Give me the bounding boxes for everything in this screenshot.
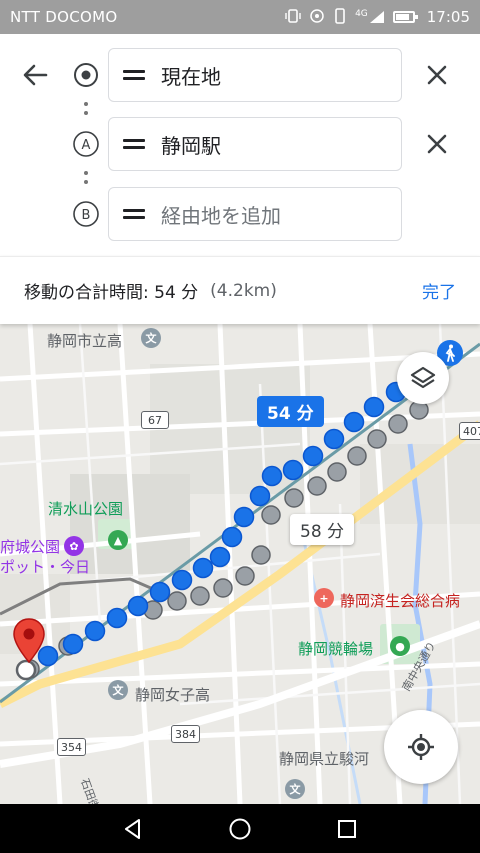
- route-connector: [84, 102, 88, 120]
- red-pin-icon[interactable]: [12, 618, 46, 664]
- remove-stop-a-button[interactable]: [420, 127, 454, 161]
- map-label-velodrome: 静岡競輪場: [298, 640, 374, 658]
- school-icon: 文: [108, 680, 128, 700]
- stop-a-marker-icon: A: [72, 130, 100, 158]
- map-label-castle-park: 府城公園: [0, 538, 61, 556]
- stop-b-letter: B: [82, 208, 91, 223]
- phone-icon: [333, 7, 347, 27]
- selected-route-time[interactable]: 54 分: [257, 396, 324, 427]
- my-location-icon: [408, 734, 434, 760]
- road-shield: 67: [141, 411, 169, 429]
- map-label-school: 静岡市立高: [47, 332, 123, 350]
- castle-park-icon: ✿: [64, 536, 84, 556]
- drag-handle-icon[interactable]: [123, 208, 145, 220]
- drag-handle-icon[interactable]: [123, 69, 145, 81]
- battery-fill: [395, 14, 410, 20]
- map-label-girls-high: 静岡女子高: [135, 686, 211, 704]
- directions-header: 現在地 A 静岡駅 B 経由地を追加: [0, 34, 480, 256]
- arrow-back-icon: [23, 64, 48, 86]
- stop-b-field[interactable]: 経由地を追加: [108, 187, 402, 241]
- location-icon: [309, 8, 325, 27]
- hospital-icon: +: [314, 588, 334, 608]
- park-icon: ▲: [108, 530, 128, 550]
- stop-b-placeholder: 経由地を追加: [161, 203, 281, 228]
- stop-a-field[interactable]: 静岡駅: [108, 117, 402, 171]
- signal-icon: 4G: [355, 10, 385, 24]
- status-icons: 4G 17:05: [285, 7, 470, 27]
- origin-marker-icon: [72, 61, 100, 89]
- alt-route-time[interactable]: 58 分: [290, 514, 355, 545]
- road-shield: 384: [171, 725, 200, 743]
- home-circle-icon[interactable]: [224, 813, 256, 845]
- stop-a-letter: A: [82, 138, 91, 153]
- network-type: 4G: [355, 9, 368, 19]
- layers-icon: [410, 366, 436, 389]
- stop-b-marker-icon: B: [72, 200, 100, 228]
- vibrate-icon: [285, 8, 301, 27]
- road-shield: 354: [57, 738, 86, 756]
- total-travel-time: 移動の合計時間: 54 分: [24, 283, 199, 303]
- map-label-park: 清水山公園: [48, 500, 124, 518]
- route-connector: [84, 171, 88, 189]
- back-triangle-icon[interactable]: [117, 813, 149, 845]
- close-icon: [427, 65, 447, 85]
- done-button[interactable]: 完了: [422, 278, 456, 303]
- drag-handle-icon[interactable]: [123, 138, 145, 150]
- status-bar: NTT DOCOMO 4G 17:05: [0, 0, 480, 34]
- map-label-spot: ポット・今日: [0, 558, 91, 576]
- origin-text: 現在地: [161, 64, 221, 89]
- map-view[interactable]: 静岡市立高 文 清水山公園 ▲ 府城公園 ✿ ポット・今日 + 静岡済生会総合病…: [0, 324, 480, 804]
- road-shield: 407: [459, 422, 480, 440]
- battery-icon: [392, 11, 418, 23]
- school-icon: 文: [141, 328, 161, 348]
- map-label-prefectural: 静岡県立駿河: [279, 750, 370, 768]
- stop-a-text: 静岡駅: [161, 133, 221, 158]
- system-nav-bar: [0, 804, 480, 853]
- recents-square-icon[interactable]: [331, 813, 363, 845]
- remove-origin-button[interactable]: [420, 58, 454, 92]
- close-icon: [427, 134, 447, 154]
- velodrome-icon: ●: [390, 636, 410, 656]
- status-clock: 17:05: [426, 8, 470, 26]
- layers-button[interactable]: [397, 352, 449, 404]
- route-summary-bar: 移動の合計時間: 54 分 (4.2km) 完了: [0, 256, 480, 324]
- school-icon: 文: [285, 779, 305, 799]
- origin-field[interactable]: 現在地: [108, 48, 402, 102]
- carrier-name: NTT DOCOMO: [10, 8, 118, 26]
- my-location-button[interactable]: [384, 710, 458, 784]
- map-label-hospital: 静岡済生会総合病: [340, 592, 461, 610]
- back-button[interactable]: [18, 58, 52, 92]
- total-distance: (4.2km): [210, 280, 277, 301]
